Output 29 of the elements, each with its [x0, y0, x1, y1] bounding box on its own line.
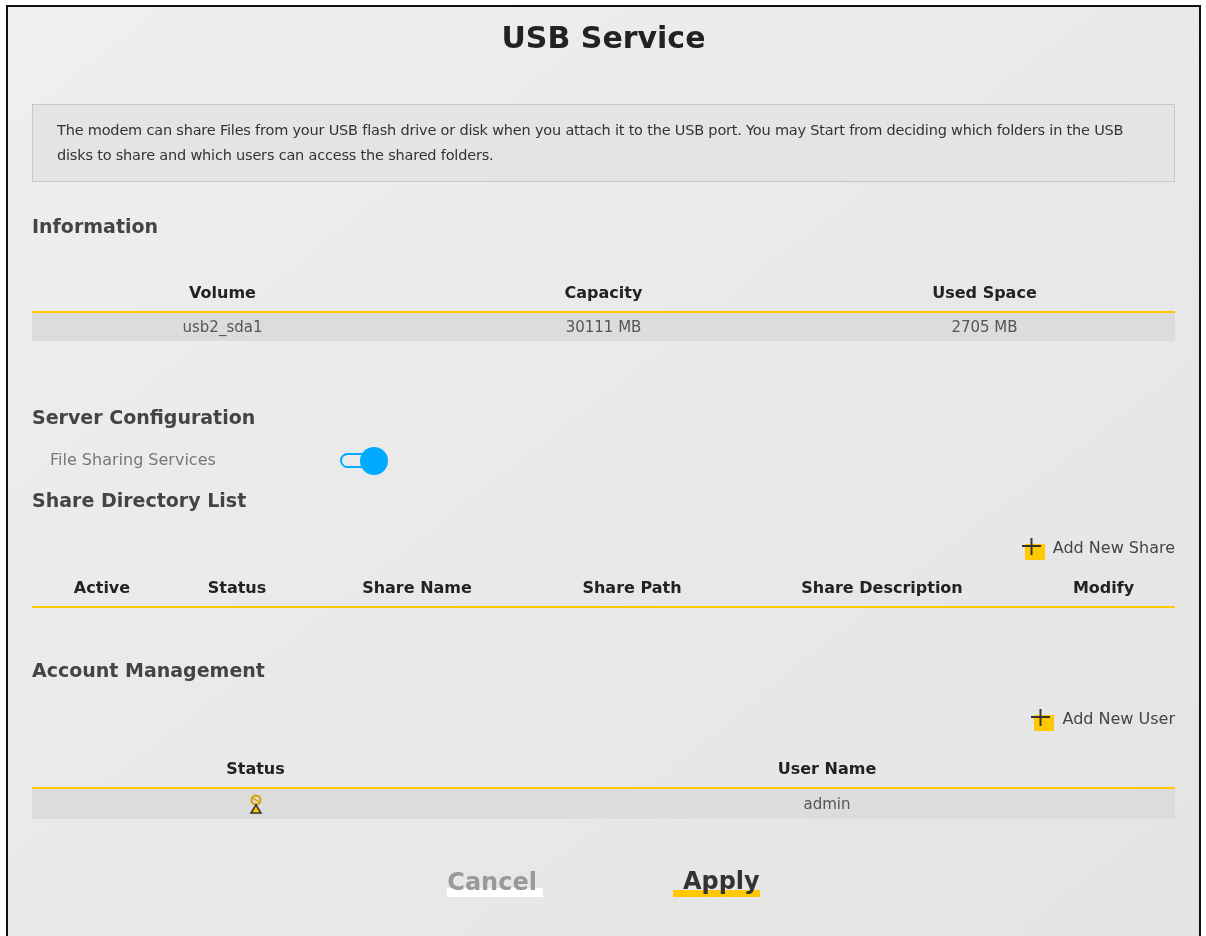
column-header: Volume [188, 281, 257, 304]
column-header: Status [206, 577, 268, 599]
table-cell-text: 2705 MB [950, 316, 1019, 338]
section-heading: Account Management [32, 658, 266, 683]
column-header: Status [225, 757, 286, 780]
toggle-switch[interactable] [340, 445, 388, 474]
section-heading: Information [32, 214, 160, 239]
column-header: Share Description [800, 577, 964, 599]
column-header: Active [72, 577, 132, 599]
table-cell-text: usb2_sda1 [181, 316, 264, 338]
column-header: Used Space [931, 281, 1038, 304]
table-cell-text: 30111 MB [564, 316, 643, 338]
column-header: User Name [776, 757, 878, 780]
section-heading: Share Directory List [32, 487, 248, 513]
add-button[interactable]: Add New User [1030, 706, 1175, 731]
section-heading: Server Configuration [32, 405, 257, 430]
plus-icon [1030, 708, 1055, 731]
user-icon [248, 793, 263, 814]
page-title: USB Service [501, 19, 706, 57]
column-header: Capacity [563, 281, 644, 304]
column-header: Share Path [581, 577, 683, 599]
column-header: Share Name [361, 577, 473, 599]
add-button[interactable]: Add New Share [1020, 536, 1175, 560]
plus-icon [1020, 538, 1045, 560]
table-cell-text: admin [802, 793, 852, 815]
apply-button[interactable]: Apply [672, 867, 760, 897]
column-header: Modify [1071, 577, 1136, 599]
setting-label: File Sharing Services [50, 448, 217, 471]
description-box: The modem can share Files from your USB flash drive or disk when you attach it to the USB port. You may Start from deciding which folders in the USB disks to share and which users can access the shared folders. [32, 104, 1175, 182]
